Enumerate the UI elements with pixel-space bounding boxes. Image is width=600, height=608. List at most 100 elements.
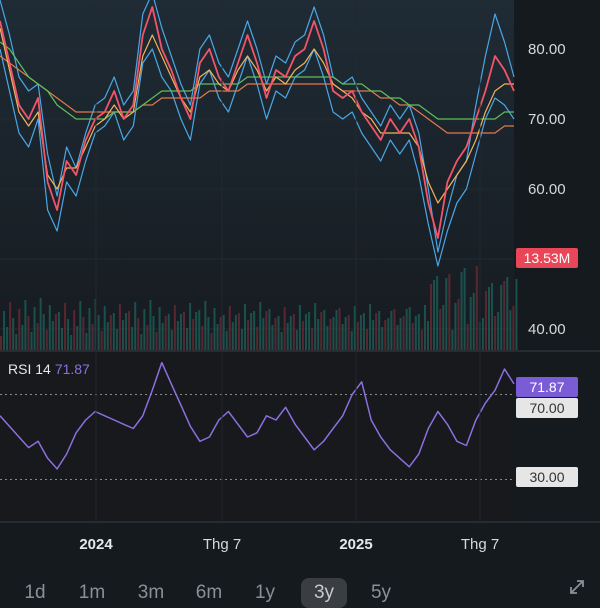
volume-bar	[311, 328, 314, 350]
volume-bar	[356, 322, 359, 350]
xaxis-tick-label: Thg 7	[461, 536, 499, 553]
price-tick-label: 40.00	[528, 321, 566, 338]
volume-bar	[143, 309, 146, 350]
volume-bar	[335, 310, 338, 350]
volume-bar	[183, 312, 185, 350]
volume-bar	[262, 318, 265, 350]
timeframe-5y[interactable]: 5y	[364, 578, 398, 608]
volume-bar	[237, 313, 240, 350]
price-tick-label: 60.00	[528, 181, 566, 198]
volume-bar	[475, 266, 478, 350]
volume-bar	[112, 313, 115, 350]
volume-bar	[295, 330, 298, 350]
volume-bar	[176, 321, 179, 350]
volume-bar	[350, 331, 353, 350]
volume-bar	[314, 303, 317, 350]
volume-bar	[219, 317, 222, 350]
volume-bar	[204, 301, 207, 350]
volume-bar	[33, 307, 36, 350]
volume-bar	[79, 301, 82, 350]
volume-bar	[271, 325, 274, 350]
volume-bar	[149, 300, 152, 350]
volume-bar	[12, 318, 15, 350]
volume-bar	[463, 268, 466, 350]
volume-bar	[64, 303, 67, 350]
volume-bar	[259, 302, 262, 350]
timeframe-1m[interactable]: 1m	[75, 578, 109, 608]
volume-bar	[442, 305, 445, 350]
volume-bar	[481, 318, 484, 350]
volume-bar	[393, 309, 396, 350]
volume-bar	[430, 284, 433, 350]
volume-bar	[67, 319, 70, 350]
timeframe-6m[interactable]: 6m	[190, 578, 228, 608]
volume-bar	[448, 274, 451, 350]
xaxis-tick-label: Thg 7	[203, 536, 241, 553]
volume-bar	[332, 317, 335, 350]
volume-bar	[308, 312, 311, 350]
volume-bar	[164, 316, 167, 350]
volume-bar	[231, 322, 234, 350]
volume-bar	[256, 327, 259, 350]
volume-bar	[265, 311, 268, 350]
volume-bar	[21, 325, 24, 350]
volume-bar	[488, 287, 490, 350]
volume-bar	[305, 314, 307, 350]
volume-badge: 13.53M	[516, 248, 578, 268]
volume-bar	[48, 305, 51, 350]
volume-bar	[42, 314, 45, 350]
timeframe-1y[interactable]: 1y	[248, 578, 282, 608]
volume-bar	[369, 304, 372, 350]
volume-bar	[18, 309, 21, 350]
volume-bar	[359, 315, 362, 350]
volume-bar	[317, 319, 320, 350]
volume-bar	[57, 312, 60, 350]
volume-bar	[411, 323, 414, 350]
volume-bar	[186, 328, 189, 350]
volume-bar	[15, 334, 18, 350]
timeframe-1d[interactable]: 1d	[18, 578, 52, 608]
volume-bar	[131, 327, 134, 350]
volume-bar	[51, 321, 54, 350]
volume-bar	[469, 297, 472, 350]
volume-bar	[39, 298, 42, 350]
volume-bar	[497, 312, 500, 350]
timeframe-3y[interactable]: 3y	[301, 578, 347, 608]
expand-icon[interactable]	[568, 578, 586, 596]
stock-chart[interactable]: 80.0070.0060.0050.0040.002024Thg 72025Th…	[0, 0, 600, 600]
volume-bar	[140, 334, 143, 350]
volume-bar	[115, 329, 118, 350]
volume-bar	[128, 311, 131, 350]
volume-bar	[45, 330, 48, 350]
volume-bar	[439, 309, 442, 350]
volume-bar	[222, 315, 225, 350]
volume-bar	[402, 316, 405, 350]
volume-bar	[472, 293, 475, 350]
volume-bar	[158, 307, 161, 350]
volume-bar	[390, 311, 393, 350]
volume-bar	[320, 312, 323, 350]
volume-bar	[192, 319, 195, 350]
volume-bar	[445, 278, 448, 350]
volume-bar	[54, 314, 57, 350]
volume-bar	[500, 285, 503, 350]
volume-bar	[427, 321, 429, 350]
volume-bar	[3, 311, 6, 350]
volume-bar	[146, 325, 149, 350]
volume-bar	[408, 307, 411, 350]
volume-bar	[198, 310, 201, 350]
volume-bar	[329, 319, 332, 350]
volume-bar	[423, 305, 426, 350]
rsi-label-text: RSI 14	[8, 361, 51, 377]
volume-bar	[378, 311, 381, 350]
volume-bar	[195, 312, 198, 350]
volume-bar	[36, 323, 39, 350]
volume-bar	[384, 320, 387, 350]
volume-bar	[420, 330, 423, 350]
volume-bar	[326, 326, 329, 350]
rsi-value-badge: 71.87	[516, 377, 578, 397]
timeframe-3m[interactable]: 3m	[132, 578, 170, 608]
volume-bar	[457, 299, 460, 350]
rsi-current-value: 71.87	[54, 361, 90, 377]
volume-bar	[61, 328, 63, 350]
